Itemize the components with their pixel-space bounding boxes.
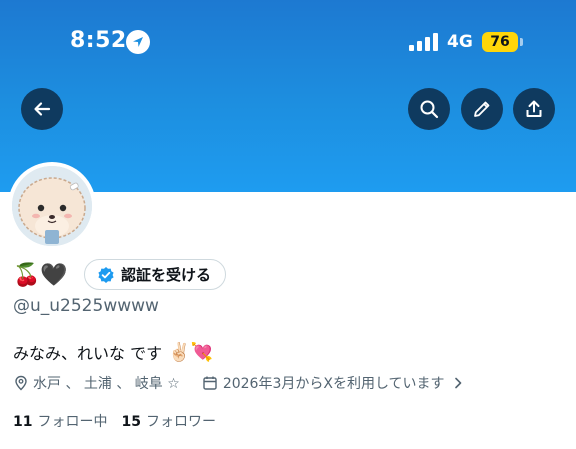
followers-label: フォロワー <box>145 414 216 430</box>
signal-strength-icon <box>409 33 438 51</box>
share-upload-icon <box>526 100 542 117</box>
joined-date: 2026年3月からXを利用しています <box>222 376 445 392</box>
arrow-left-icon <box>34 102 51 116</box>
bio-emojis: ✌🏻💘 <box>168 341 213 363</box>
battery-tip <box>520 38 523 46</box>
search-button[interactable] <box>408 88 450 130</box>
pencil-icon <box>474 101 490 117</box>
get-verified-label: 認証を受ける <box>121 266 212 284</box>
following-label: フォロー中 <box>37 414 108 430</box>
avatar[interactable] <box>8 162 96 250</box>
back-button[interactable] <box>21 88 63 130</box>
network-type: 4G <box>447 32 473 52</box>
display-name: 🍒🖤 <box>13 259 68 291</box>
chevron-right-icon[interactable] <box>451 376 465 390</box>
followers-link[interactable]: 15 フォロワー <box>121 411 215 431</box>
following-count: 11 <box>13 414 33 430</box>
battery-indicator: 76 <box>482 32 518 52</box>
location-pin-icon <box>15 375 27 391</box>
followers-count: 15 <box>121 414 141 430</box>
status-time: 8:52 <box>70 28 127 53</box>
share-button[interactable] <box>513 88 555 130</box>
search-icon <box>420 100 439 119</box>
get-verified-button[interactable]: 認証を受ける <box>84 259 227 290</box>
edit-button[interactable] <box>461 88 503 130</box>
following-link[interactable]: 11 フォロー中 <box>13 411 107 431</box>
follow-stats: 11 フォロー中 15 フォロワー <box>13 411 216 431</box>
profile-location: 水戸 、 土浦 、 岐阜 ☆ <box>33 376 180 392</box>
avatar-character-image <box>12 166 92 246</box>
profile-bio: みなみ、れいな です ✌🏻💘 <box>13 340 213 364</box>
bio-text: みなみ、れいな です <box>13 344 163 363</box>
calendar-icon <box>203 376 217 390</box>
location-arrow-icon <box>126 30 150 54</box>
user-handle: @u_u2525wwww <box>13 296 159 316</box>
display-name-emojis: 🍒🖤 <box>13 262 68 288</box>
profile-banner: 8:52 4G 76 <box>0 0 576 192</box>
profile-meta: 水戸 、 土浦 、 岐阜 ☆ 2026年3月からXを利用しています <box>13 373 465 393</box>
verified-badge-icon <box>98 266 114 283</box>
